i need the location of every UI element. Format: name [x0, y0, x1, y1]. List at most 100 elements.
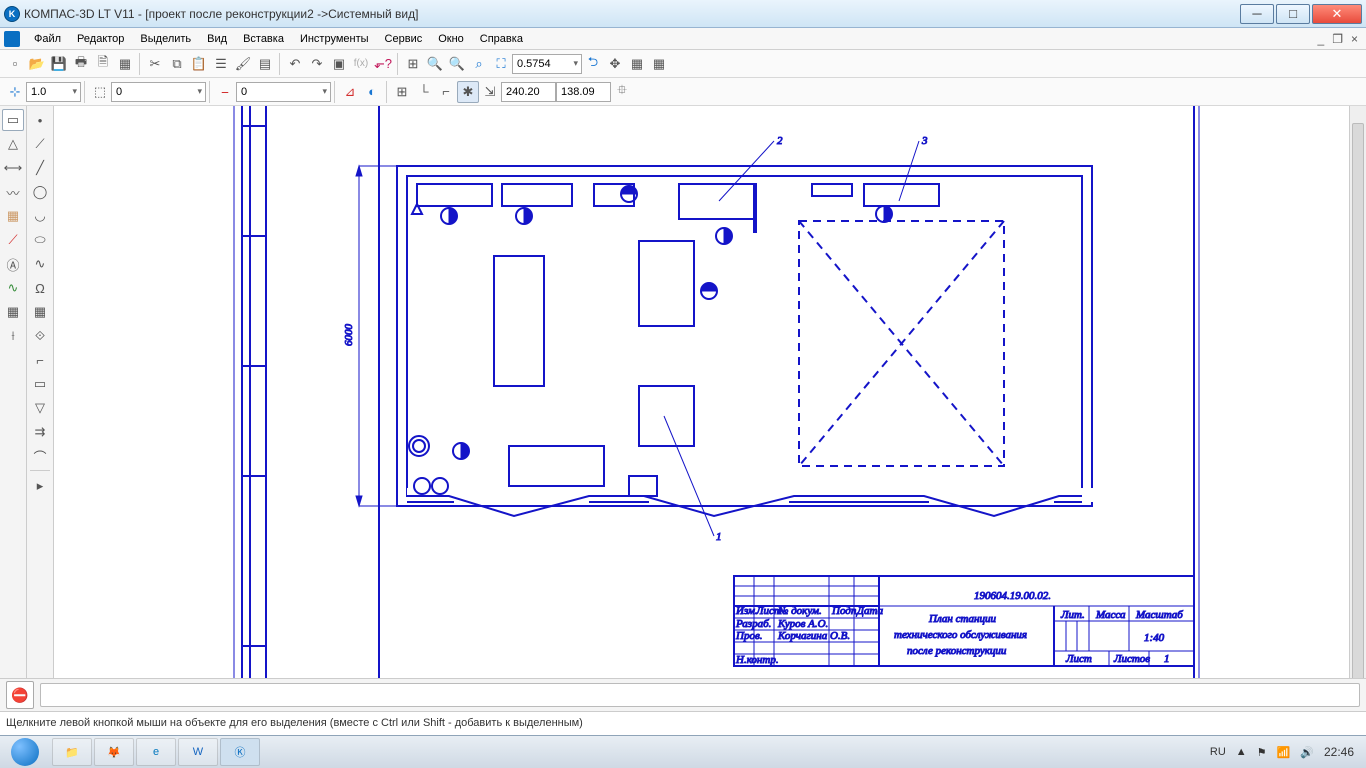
pan-button[interactable]: ✥ [604, 53, 626, 75]
osnap-button[interactable]: ✱ [457, 81, 479, 103]
menu-edit[interactable]: Редактор [69, 31, 132, 47]
paste-button[interactable]: 📋 [188, 53, 210, 75]
line-tool[interactable]: ╱ [29, 157, 51, 179]
redraw-button[interactable]: ▦ [648, 53, 670, 75]
linestyle-icon[interactable]: ⎯ [214, 81, 236, 103]
ortho-button[interactable]: ⊿ [339, 81, 361, 103]
lang-indicator[interactable]: RU [1210, 746, 1226, 758]
drawing-canvas[interactable]: 6000 [54, 106, 1349, 711]
menu-select[interactable]: Выделить [132, 31, 199, 47]
text-tool[interactable]: 〰 [2, 181, 24, 203]
coord-x-input[interactable] [501, 82, 556, 102]
menu-view[interactable]: Вид [199, 31, 235, 47]
offset-tool[interactable]: ⇉ [29, 421, 51, 443]
panel-expand-icon[interactable]: ▸ [29, 475, 51, 497]
layers-button[interactable]: ▤ [254, 53, 276, 75]
snap-button[interactable]: ⊹ [4, 81, 26, 103]
zoom-out-button[interactable]: 🔍 [446, 53, 468, 75]
measure-tool[interactable]: ⟊ [2, 325, 24, 347]
fx-button[interactable]: f(x) [350, 53, 372, 75]
maximize-button[interactable]: □ [1276, 4, 1310, 24]
tray-sound-icon[interactable]: 🔊 [1300, 746, 1314, 759]
system-tray[interactable]: RU ▲ ⚑ 📶 🔊 22:46 [1210, 745, 1362, 759]
open-button[interactable]: 📂 [26, 53, 48, 75]
save-button[interactable]: 💾 [48, 53, 70, 75]
layer-icon[interactable]: ⬚ [89, 81, 111, 103]
copy-button[interactable]: ⧉ [166, 53, 188, 75]
panel-tab-icon[interactable]: ⛔ [6, 681, 34, 709]
point-tool[interactable]: • [29, 109, 51, 131]
menu-help[interactable]: Справка [472, 31, 531, 47]
round-button[interactable]: ⊞ [391, 81, 413, 103]
zoom-prev-button[interactable]: ⮌ [582, 53, 604, 75]
refresh-button[interactable]: ▦ [626, 53, 648, 75]
polyline-tool[interactable]: ⌐ [29, 349, 51, 371]
new-button[interactable]: ▫ [4, 53, 26, 75]
zoom-combo[interactable]: 0.5754 [512, 54, 582, 74]
line-seg-tool[interactable]: ⟋ [29, 133, 51, 155]
fillet-tool[interactable]: ⌒ [29, 445, 51, 467]
spline-tool[interactable]: ∿ [2, 277, 24, 299]
task-ie[interactable]: e [136, 738, 176, 766]
menu-file[interactable]: Файл [26, 31, 69, 47]
copyformat-button[interactable]: 🖌 [232, 53, 254, 75]
zoom-in-button[interactable]: 🔍 [424, 53, 446, 75]
snap2-button[interactable]: ◐ [361, 81, 383, 103]
task-firefox[interactable]: 🦊 [94, 738, 134, 766]
bezier-tool[interactable]: Ω [29, 277, 51, 299]
minimize-button[interactable]: ─ [1240, 4, 1274, 24]
menu-service[interactable]: Сервис [377, 31, 431, 47]
grid-button[interactable]: ⊞ [402, 53, 424, 75]
zoom-fit-button[interactable]: ⛶ [490, 53, 512, 75]
menu-insert[interactable]: Вставка [235, 31, 292, 47]
doc-manager-button[interactable]: ▦ [114, 53, 136, 75]
preview-button[interactable]: 🗎 [92, 53, 114, 75]
properties-button[interactable]: ☰ [210, 53, 232, 75]
close-button[interactable]: ✕ [1312, 4, 1362, 24]
edit-tool[interactable]: ⟋ [2, 229, 24, 251]
mdi-minimize-button[interactable]: _ [1314, 32, 1329, 46]
task-word[interactable]: W [178, 738, 218, 766]
menu-tools[interactable]: Инструменты [292, 31, 377, 47]
contour-tool[interactable]: ⟐ [29, 325, 51, 347]
select-tool[interactable]: ▭ [2, 109, 24, 131]
hatch2-tool[interactable]: ▦ [29, 301, 51, 323]
vertical-scrollbar[interactable] [1349, 106, 1366, 711]
start-button[interactable] [4, 737, 46, 767]
spline2-tool[interactable]: ∿ [29, 253, 51, 275]
print-button[interactable]: 🖶 [70, 53, 92, 75]
zoom-window-button[interactable]: ⌕ [468, 53, 490, 75]
layer-combo[interactable]: 0 [111, 82, 206, 102]
arc-tool[interactable]: ◡ [29, 205, 51, 227]
coords-button[interactable]: ⯐ [611, 81, 633, 103]
tray-flag2-icon[interactable]: ⚑ [1257, 746, 1267, 759]
poly-tool[interactable]: ▽ [29, 397, 51, 419]
clock[interactable]: 22:46 [1324, 745, 1354, 759]
rect-tool[interactable]: ▭ [29, 373, 51, 395]
task-kompas[interactable]: Ⓚ [220, 738, 260, 766]
tray-flag-icon[interactable]: ▲ [1236, 746, 1247, 758]
track-button[interactable]: ⌐ [435, 81, 457, 103]
task-explorer[interactable]: 📁 [52, 738, 92, 766]
macro-button[interactable]: ▣ [328, 53, 350, 75]
coord-y-input[interactable] [556, 82, 611, 102]
mdi-close-button[interactable]: × [1347, 32, 1362, 46]
mdi-restore-button[interactable]: ❐ [1328, 32, 1347, 46]
assoc-tool[interactable]: ▦ [2, 301, 24, 323]
menu-window[interactable]: Окно [430, 31, 472, 47]
help-button[interactable]: ⬐? [372, 53, 394, 75]
localcs-button[interactable]: └ [413, 81, 435, 103]
para-button[interactable]: ⇲ [479, 81, 501, 103]
hatch-tool[interactable]: ▦ [2, 205, 24, 227]
cut-button[interactable]: ✂ [144, 53, 166, 75]
circle-tool[interactable]: ◯ [29, 181, 51, 203]
doc-icon[interactable] [4, 31, 20, 47]
text2-tool[interactable]: Ⓐ [2, 253, 24, 275]
dim-tool[interactable]: ⟷ [2, 157, 24, 179]
panel-content[interactable] [40, 683, 1360, 707]
redo-button[interactable]: ↷ [306, 53, 328, 75]
undo-button[interactable]: ↶ [284, 53, 306, 75]
linestyle-combo[interactable]: 0 [236, 82, 331, 102]
geometry-tool[interactable]: △ [2, 133, 24, 155]
ellipse-tool[interactable]: ⬭ [29, 229, 51, 251]
